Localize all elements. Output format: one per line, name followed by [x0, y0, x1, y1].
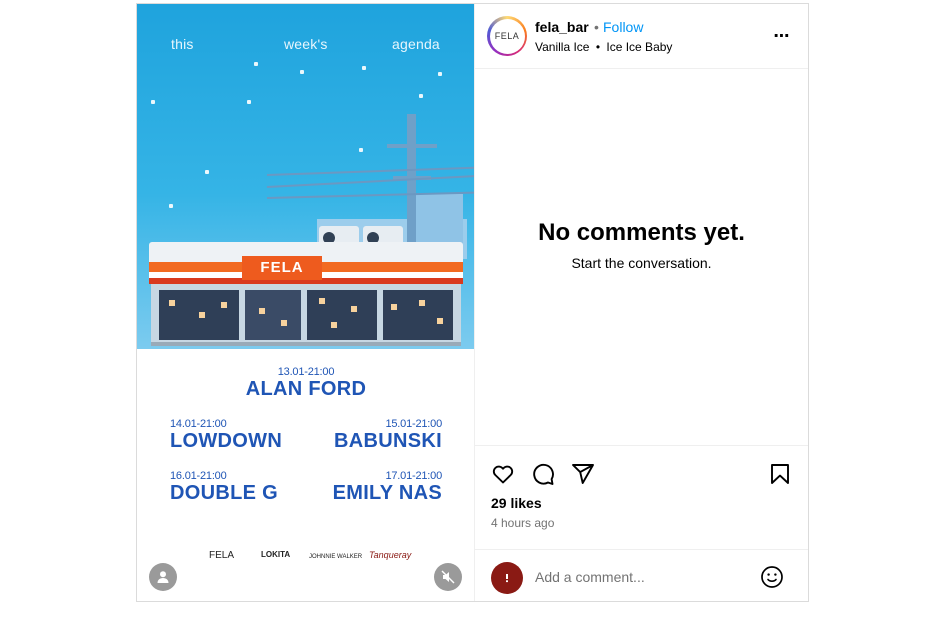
send-icon	[572, 464, 594, 484]
comments-empty-state: No comments yet. Start the conversation.	[475, 219, 808, 271]
speaker-muted-icon	[441, 570, 455, 584]
post-media[interactable]: this week's agenda FELA 13.01-21:00 ALAN…	[137, 4, 475, 601]
event-time: 13.01-21:00	[277, 366, 335, 378]
event-time: 16.01-21:00	[170, 470, 227, 482]
post-side-panel: FELA fela_bar • Follow Vanilla Ice • Ice…	[475, 4, 808, 601]
post-header: FELA fela_bar • Follow Vanilla Ice • Ice…	[475, 4, 808, 69]
event-time: 15.01-21:00	[385, 418, 442, 430]
alert-icon	[506, 574, 508, 583]
emoji-icon	[761, 566, 783, 588]
store-window	[307, 290, 377, 340]
audio-artist: Vanilla Ice	[535, 40, 590, 54]
event-entry: 17.01-21:00 EMILY NAS	[323, 470, 443, 504]
snowflake	[362, 66, 366, 70]
event-entry: 13.01-21:00 ALAN FORD	[241, 366, 371, 400]
snowflake	[438, 72, 442, 76]
store-sign: FELA	[242, 256, 322, 280]
event-artist: BABUNSKI	[334, 430, 442, 452]
comment-composer	[475, 549, 808, 604]
viewer-avatar	[491, 562, 523, 594]
emoji-picker-button[interactable]	[758, 563, 786, 591]
tagged-users-button[interactable]	[149, 563, 177, 591]
save-button[interactable]	[766, 460, 794, 488]
author-avatar-text: FELA	[489, 18, 525, 54]
snowflake	[300, 70, 304, 74]
comment-button[interactable]	[529, 460, 557, 488]
heart-icon	[492, 465, 514, 484]
header-separator: •	[594, 19, 599, 35]
empty-comments-title: No comments yet.	[538, 219, 745, 246]
snowflake	[205, 170, 209, 174]
comment-input[interactable]	[535, 566, 745, 588]
sponsor-logo: Tanqueray	[369, 550, 412, 560]
author-avatar[interactable]: FELA	[487, 16, 527, 56]
event-entry: 15.01-21:00 BABUNSKI	[328, 418, 442, 452]
store-base	[151, 342, 461, 346]
likes-count[interactable]: 29 likes	[491, 495, 542, 511]
event-entry: 16.01-21:00 DOUBLE G	[170, 470, 278, 504]
snowflake	[419, 94, 423, 98]
more-options-button[interactable]: ⋯	[770, 26, 794, 46]
sponsor-logo: LOKITA	[261, 550, 291, 559]
store-window	[383, 290, 453, 340]
utility-pole-crossbar	[387, 144, 437, 148]
snowflake	[254, 62, 258, 66]
more-horizontal-icon: ⋯	[773, 28, 791, 45]
comment-icon	[533, 463, 554, 485]
event-artist: DOUBLE G	[170, 482, 278, 504]
audio-title: Ice Ice Baby	[606, 40, 673, 54]
audio-separator: •	[595, 40, 601, 54]
event-time: 14.01-21:00	[170, 418, 227, 430]
sponsor-logo: JOHNNIE WALKER	[309, 554, 363, 560]
empty-comments-subtitle: Start the conversation.	[571, 255, 712, 271]
post-card: this week's agenda FELA 13.01-21:00 ALAN…	[136, 3, 809, 602]
event-artist: EMILY NAS	[332, 482, 442, 504]
agenda-header-word: week's	[284, 36, 328, 52]
event-artist: ALAN FORD	[245, 378, 367, 400]
event-entry: 14.01-21:00 LOWDOWN	[170, 418, 282, 452]
event-time: 17.01-21:00	[385, 470, 442, 482]
sponsor-logos: FELA LOKITA JOHNNIE WALKER Tanqueray	[137, 544, 474, 574]
bookmark-icon	[771, 464, 789, 484]
post-timestamp[interactable]: 4 hours ago	[491, 516, 554, 530]
store-window	[159, 290, 239, 340]
sponsor-logo: FELA	[209, 550, 235, 561]
post-actions: 29 likes 4 hours ago	[475, 445, 808, 550]
snowflake	[169, 204, 173, 208]
like-button[interactable]	[489, 460, 517, 488]
agenda-header: this week's agenda	[137, 36, 474, 56]
snowflake	[359, 148, 363, 152]
event-artist: LOWDOWN	[170, 430, 283, 452]
mute-toggle-button[interactable]	[434, 563, 462, 591]
user-icon	[157, 571, 169, 583]
agenda-header-word: agenda	[392, 36, 440, 52]
share-button[interactable]	[569, 460, 597, 488]
snowflake	[247, 100, 251, 104]
snowflake	[151, 100, 155, 104]
follow-button[interactable]: Follow	[603, 19, 643, 35]
agenda-header-word: this	[171, 36, 194, 52]
store-door	[245, 290, 301, 340]
author-username[interactable]: fela_bar	[535, 19, 589, 35]
audio-track[interactable]: Vanilla Ice • Ice Ice Baby	[535, 40, 672, 54]
